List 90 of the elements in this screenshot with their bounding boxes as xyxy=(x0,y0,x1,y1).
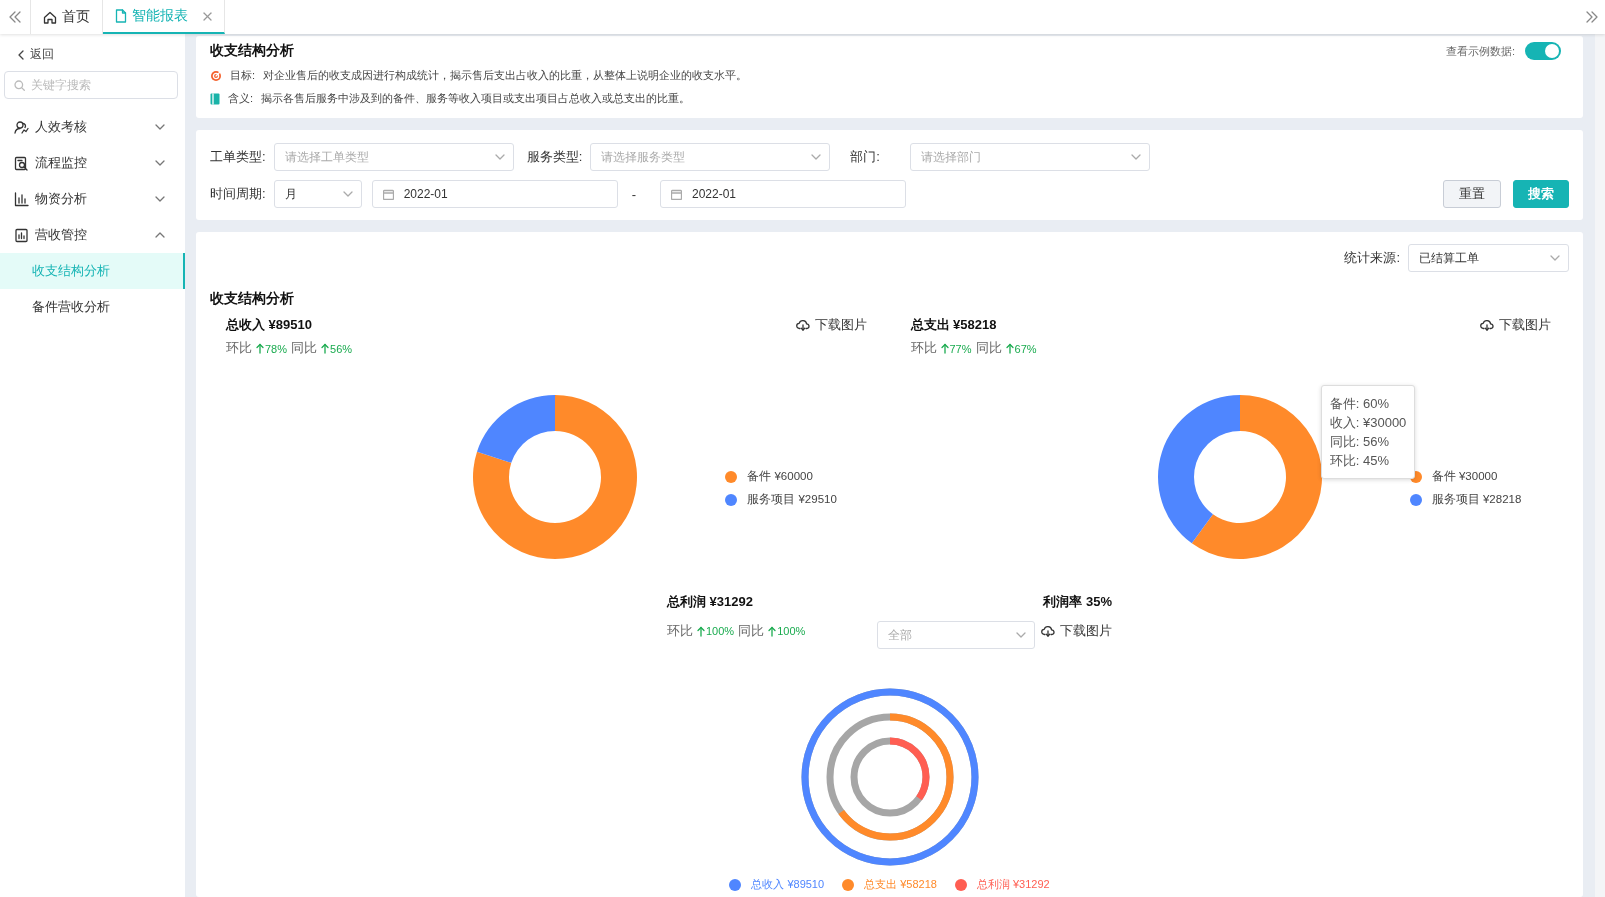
menu-group[interactable]: 人效考核 xyxy=(0,109,185,145)
chevron-left-icon xyxy=(18,49,24,60)
tooltip-line: 同比: 56% xyxy=(1329,433,1390,451)
calendar-icon xyxy=(670,188,682,200)
note-text: 对企业售后的收支成因进行构成统计，揭示售后支出占收入的比重，从整体上说明企业的收支水平。 xyxy=(263,68,748,83)
chevron-up-icon xyxy=(155,232,165,238)
menu-item-icon xyxy=(14,155,29,171)
up-arrow-icon xyxy=(697,625,705,637)
download-button[interactable]: 下载图片 xyxy=(795,316,867,334)
tooltip-line: 收入: ¥30000 xyxy=(1329,414,1407,432)
chevron-down-icon xyxy=(342,191,353,197)
stat-label: 同比 xyxy=(738,622,765,640)
legend-label: 服务项目 ¥28218 xyxy=(1431,492,1522,507)
download-button[interactable]: 下载图片 xyxy=(1480,316,1551,334)
chevron-down-icon xyxy=(155,196,165,202)
download-button[interactable]: 下载图片 xyxy=(1041,622,1112,640)
up-arrow-icon xyxy=(768,625,777,637)
source-dropdown[interactable]: 已结算工单 xyxy=(1408,244,1569,272)
profit-rate: 利润率 35% xyxy=(1043,593,1112,611)
date-field[interactable]: 2022-01 xyxy=(659,180,906,208)
book-icon xyxy=(210,92,220,105)
legend-label: 备件 ¥60000 xyxy=(747,469,813,484)
target-icon xyxy=(210,69,222,82)
stat-label: 同比 xyxy=(291,340,318,357)
legend-label: 总支出 ¥58218 xyxy=(864,877,937,892)
double-chevron-right-icon[interactable] xyxy=(1586,11,1598,23)
trend-value: 77% xyxy=(940,342,972,355)
chevron-down-icon xyxy=(1550,255,1560,261)
close-icon[interactable] xyxy=(203,11,212,21)
field-label: 统计来源: xyxy=(1344,249,1400,267)
chevron-down-icon xyxy=(1131,154,1142,160)
chevron-down-icon xyxy=(811,154,822,160)
menu-item-icon xyxy=(14,227,29,243)
panel-title: 总支出 ¥58218 xyxy=(910,316,997,334)
legend-label: 总收入 ¥89510 xyxy=(751,877,825,892)
chevron-down-icon xyxy=(494,154,505,160)
cloud-download-icon xyxy=(795,319,810,331)
note-label: 含义: xyxy=(228,91,254,106)
back-link[interactable]: 返回 xyxy=(0,34,54,71)
up-arrow-icon xyxy=(256,343,264,354)
panel-title: 总收入 ¥89510 xyxy=(226,316,312,334)
document-icon xyxy=(115,9,127,23)
button[interactable]: 重置 xyxy=(1443,180,1501,208)
date-field[interactable]: 2022-01 xyxy=(371,180,618,208)
menu-group[interactable]: 物资分析 xyxy=(0,181,185,217)
field-label: 时间周期: xyxy=(210,185,266,203)
toggle-label: 查看示例数据: xyxy=(1445,43,1515,59)
menu-group[interactable]: 流程监控 xyxy=(0,145,185,181)
cloud-download-icon xyxy=(1480,319,1494,331)
chevron-down-icon xyxy=(155,124,165,130)
menu-item-icon xyxy=(14,119,29,135)
chevron-down-icon xyxy=(155,160,165,166)
menu-item[interactable]: 备件营收分析 xyxy=(0,289,185,325)
tooltip-line: 环比: 45% xyxy=(1329,452,1390,470)
field-label: 工单类型: xyxy=(210,148,266,166)
chevron-down-icon xyxy=(1016,632,1026,638)
trend-value: 78% xyxy=(256,342,288,355)
field-label: 部门: xyxy=(850,148,881,166)
legend-label: 服务项目 ¥29510 xyxy=(747,492,837,507)
cloud-download-icon xyxy=(1041,625,1055,637)
up-arrow-icon xyxy=(940,343,949,354)
trend-value: 100% xyxy=(697,625,735,637)
up-arrow-icon xyxy=(321,343,330,354)
calendar-icon xyxy=(382,188,394,200)
toggle-switch[interactable] xyxy=(1525,42,1561,60)
legend-label: 备件 ¥30000 xyxy=(1431,469,1498,484)
stat-label: 环比 xyxy=(667,622,693,640)
stat-label: 环比 xyxy=(226,340,252,357)
trend-value: 56% xyxy=(321,342,353,355)
search-icon xyxy=(14,80,25,91)
panel-title: 总利润 ¥31292 xyxy=(667,593,753,611)
tooltip-line: 备件: 60% xyxy=(1329,395,1390,413)
page-title: 收支结构分析 xyxy=(210,42,294,60)
note-label: 目标: xyxy=(230,68,256,83)
home-icon xyxy=(43,10,57,24)
menu-item-icon xyxy=(14,191,29,207)
field-label: 服务类型: xyxy=(526,148,583,166)
up-arrow-icon xyxy=(1005,343,1014,354)
stat-label: 环比 xyxy=(910,340,937,357)
period-dropdown[interactable]: 月 xyxy=(273,180,362,208)
trend-value: 67% xyxy=(1005,342,1037,355)
search-field[interactable]: 关键字搜索 xyxy=(4,71,178,99)
range-separator: - xyxy=(631,186,636,202)
section-title: 收支结构分析 xyxy=(210,290,295,308)
menu-group[interactable]: 营收管控 xyxy=(0,217,185,253)
legend-label: 总利润 ¥31292 xyxy=(976,877,1050,892)
double-chevron-left-icon[interactable] xyxy=(9,11,21,23)
note-text: 揭示各售后服务中涉及到的备件、服务等收入项目或支出项目占总收入或总支出的比重。 xyxy=(261,91,691,106)
trend-value: 100% xyxy=(768,625,806,637)
stat-label: 同比 xyxy=(975,340,1002,357)
